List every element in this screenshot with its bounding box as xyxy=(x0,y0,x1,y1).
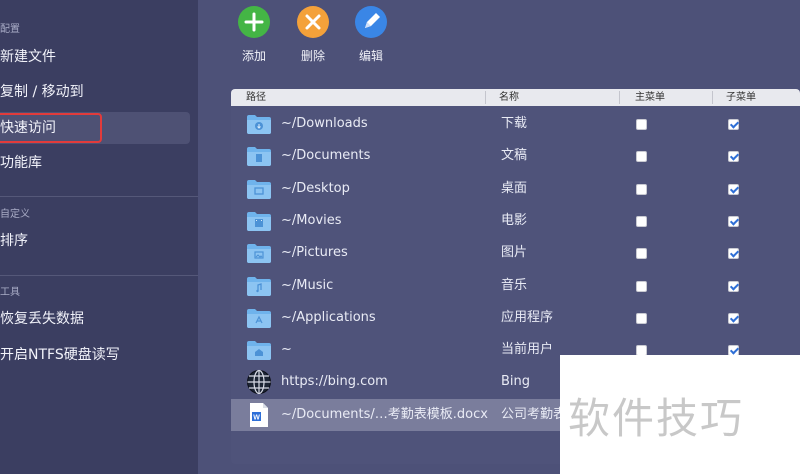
row-path: ~/Downloads xyxy=(281,116,368,131)
home-folder-icon xyxy=(246,339,272,361)
row-path: ~/Movies xyxy=(281,212,342,228)
sidebar-item-label: 恢复丢失数据 xyxy=(0,311,84,327)
sidebar-item-label: 排序 xyxy=(0,233,28,249)
column-header-sub-menu[interactable]: 子菜单 xyxy=(726,89,756,106)
main-menu-checkbox[interactable] xyxy=(636,151,647,163)
section-label-config: 配置 xyxy=(0,24,20,35)
add-label: 添加 xyxy=(241,49,266,63)
main-menu-checkbox[interactable] xyxy=(636,183,647,195)
documents-folder-icon xyxy=(246,145,272,167)
sidebar-item-library[interactable]: 功能库 xyxy=(0,147,190,179)
main-menu-checkbox[interactable] xyxy=(636,312,647,324)
row-path: ~/Documents/…考勤表模板.docx xyxy=(281,406,488,422)
row-name: 当前用户 xyxy=(501,342,554,358)
column-separator[interactable] xyxy=(712,91,713,104)
sidebar-item-label: 复制 / 移动到 xyxy=(0,84,84,100)
sub-menu-checkbox[interactable] xyxy=(728,119,739,130)
sub-menu-checkbox[interactable] xyxy=(728,280,739,292)
row-name: 音乐 xyxy=(501,277,528,293)
row-name: 应用程序 xyxy=(501,309,554,325)
row-path: ~ xyxy=(281,342,292,358)
add-button[interactable]: 添加 xyxy=(230,6,278,64)
row-name: 公司考勤表 xyxy=(501,406,567,422)
sidebar: 配置 新建文件 复制 / 移动到 快速访问 功能库 自定义 排序 工具 恢复丢失… xyxy=(0,0,198,474)
downloads-folder-icon xyxy=(246,113,272,135)
section-label-tools: 工具 xyxy=(0,287,20,298)
main-menu-checkbox[interactable] xyxy=(636,119,647,130)
sidebar-item-label: 开启NTFS硬盘读写 xyxy=(0,347,120,363)
sidebar-item-ntfs[interactable]: 开启NTFS硬盘读写 xyxy=(0,339,190,371)
column-separator[interactable] xyxy=(485,91,486,104)
close-icon xyxy=(297,6,329,38)
sidebar-divider xyxy=(0,275,198,276)
globe-icon xyxy=(246,370,272,395)
row-name: 下载 xyxy=(501,116,528,131)
sub-menu-checkbox[interactable] xyxy=(728,312,739,324)
sidebar-divider xyxy=(0,196,198,197)
sidebar-item-copy-move[interactable]: 复制 / 移动到 xyxy=(0,76,190,108)
watermark-text: 软件技巧 xyxy=(568,394,745,443)
plus-icon xyxy=(238,6,270,38)
row-path: ~/Music xyxy=(281,277,334,293)
row-path: ~/Desktop xyxy=(281,180,350,196)
edit-button[interactable]: 编辑 xyxy=(347,6,395,64)
delete-button[interactable]: 删除 xyxy=(289,6,337,64)
row-name: 文稿 xyxy=(501,148,528,164)
table-row[interactable]: ~/Applications 应用程序 xyxy=(231,302,800,334)
watermark-panel: 软件技巧 xyxy=(560,355,800,474)
sidebar-item-recover-data[interactable]: 恢复丢失数据 xyxy=(0,303,190,335)
main-menu-checkbox[interactable] xyxy=(636,280,647,292)
table-row[interactable]: ~/Music 音乐 xyxy=(231,270,800,302)
sidebar-item-sort[interactable]: 排序 xyxy=(0,225,190,257)
row-name: 电影 xyxy=(501,212,528,228)
sidebar-item-quick-access[interactable]: 快速访问 xyxy=(0,112,190,144)
table-header: 路径 名称 主菜单 子菜单 xyxy=(231,89,800,106)
movies-folder-icon xyxy=(246,210,272,232)
column-header-main-menu[interactable]: 主菜单 xyxy=(635,89,665,106)
column-separator[interactable] xyxy=(619,91,620,104)
table-row[interactable]: ~/Downloads 下载 xyxy=(231,108,800,140)
edit-label: 编辑 xyxy=(358,49,383,63)
section-label-custom: 自定义 xyxy=(0,209,30,220)
delete-label: 删除 xyxy=(300,49,325,63)
column-header-path[interactable]: 路径 xyxy=(246,89,266,106)
sidebar-item-new-file[interactable]: 新建文件 xyxy=(0,41,190,73)
applications-folder-icon xyxy=(246,307,272,329)
row-path: ~/Pictures xyxy=(281,245,348,261)
row-path: ~/Documents xyxy=(281,148,371,164)
sub-menu-checkbox[interactable] xyxy=(728,215,739,227)
main-menu-checkbox[interactable] xyxy=(636,215,647,227)
sub-menu-checkbox[interactable] xyxy=(728,248,739,260)
sidebar-item-label: 新建文件 xyxy=(0,49,56,65)
column-header-name[interactable]: 名称 xyxy=(499,89,519,106)
row-name: Bing xyxy=(501,374,531,390)
pencil-icon xyxy=(355,6,387,38)
table-row[interactable]: ~/Desktop 桌面 xyxy=(231,173,800,205)
row-path: ~/Applications xyxy=(281,309,376,325)
desktop-folder-icon xyxy=(246,178,272,200)
row-path: https://bing.com xyxy=(281,374,388,390)
highlight-annotation xyxy=(0,113,102,143)
row-name: 桌面 xyxy=(501,180,528,196)
sub-menu-checkbox[interactable] xyxy=(728,151,739,163)
sidebar-item-label: 功能库 xyxy=(0,155,42,171)
table-row[interactable]: ~/Documents 文稿 xyxy=(231,140,800,172)
table-row[interactable]: ~/Pictures 图片 xyxy=(231,237,800,269)
music-folder-icon xyxy=(246,275,272,297)
sub-menu-checkbox[interactable] xyxy=(728,183,739,195)
main-menu-checkbox[interactable] xyxy=(636,248,647,260)
word-document-icon: W xyxy=(246,402,272,427)
table-row[interactable]: ~/Movies 电影 xyxy=(231,205,800,237)
pictures-folder-icon xyxy=(246,242,272,264)
svg-text:W: W xyxy=(253,414,260,421)
row-name: 图片 xyxy=(501,245,528,261)
